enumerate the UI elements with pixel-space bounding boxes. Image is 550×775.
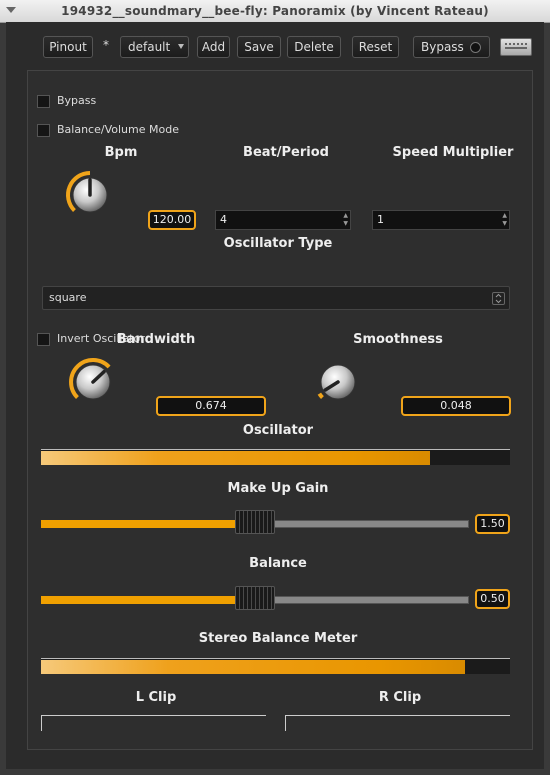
bpm-knob[interactable]	[64, 169, 116, 221]
balance-slider-handle[interactable]	[235, 586, 275, 610]
l-clip-heading: L Clip	[135, 690, 177, 705]
toolbar: Pinout * default Add Save Delete Reset B…	[6, 36, 544, 58]
spin-arrows-icon[interactable]: ▲ ▼	[343, 212, 348, 228]
stereo-balance-meter-heading: Stereo Balance Meter	[198, 631, 358, 646]
oscillator-type-heading: Oscillator Type	[223, 236, 333, 251]
make-up-gain-slider[interactable]	[41, 510, 469, 534]
beat-period-heading: Beat/Period	[243, 145, 329, 160]
balance-heading: Balance	[249, 556, 307, 571]
make-up-gain-heading: Make Up Gain	[227, 481, 329, 496]
bandwidth-value-box[interactable]: 0.674	[156, 396, 266, 416]
speed-multiplier-heading: Speed Multiplier	[392, 145, 514, 160]
bypass-checkbox-label: Bypass	[57, 94, 97, 107]
preset-dropdown-value: default	[128, 40, 171, 54]
modified-marker: *	[103, 38, 109, 52]
combo-arrow-icon	[492, 292, 505, 305]
stereo-balance-meter-fill	[41, 660, 466, 674]
bpm-value-box[interactable]: 120.00	[148, 210, 196, 230]
bpm-heading: Bpm	[104, 145, 138, 160]
window-titlebar: 194932__soundmary__bee-fly: Panoramix (b…	[0, 0, 550, 23]
save-preset-button[interactable]: Save	[237, 36, 281, 58]
bandwidth-knob[interactable]	[67, 356, 119, 408]
smoothness-heading: Smoothness	[353, 332, 443, 347]
balance-slider[interactable]	[41, 586, 469, 610]
window-title: 194932__soundmary__bee-fly: Panoramix (b…	[61, 4, 489, 18]
oscillator-heading: Oscillator	[242, 423, 314, 438]
l-clip-indicator	[41, 715, 266, 731]
balance-value-box[interactable]: 0.50	[475, 589, 510, 609]
stereo-balance-meter	[41, 658, 510, 674]
balance-volume-mode-checkbox[interactable]	[37, 124, 50, 137]
beat-period-value: 4	[220, 213, 227, 226]
smoothness-knob[interactable]	[312, 356, 364, 408]
beat-period-spinbox[interactable]: 4 ▲ ▼	[215, 210, 351, 230]
bandwidth-heading: Bandwidth	[116, 332, 196, 347]
oscillator-type-value: square	[49, 291, 87, 304]
delete-preset-button[interactable]: Delete	[287, 36, 341, 58]
make-up-gain-value-box[interactable]: 1.50	[475, 514, 510, 534]
balance-volume-mode-label: Balance/Volume Mode	[57, 123, 179, 136]
oscillator-type-combobox[interactable]: square	[42, 286, 510, 310]
smoothness-value-box[interactable]: 0.048	[401, 396, 511, 416]
oscillator-meter	[41, 449, 510, 465]
make-up-gain-slider-handle[interactable]	[235, 510, 275, 534]
smoothness-knob-arc	[317, 392, 324, 399]
keyboard-icon[interactable]	[500, 38, 532, 56]
spin-arrows-icon[interactable]: ▲ ▼	[502, 212, 507, 228]
preset-dropdown[interactable]: default	[120, 36, 189, 58]
reset-button[interactable]: Reset	[352, 36, 399, 58]
invert-oscillator-checkbox[interactable]	[37, 333, 50, 346]
plugin-frame: Pinout * default Add Save Delete Reset B…	[6, 22, 544, 769]
bypass-led-icon	[470, 42, 481, 53]
r-clip-indicator	[285, 715, 510, 731]
make-up-gain-slider-fill	[41, 520, 255, 528]
speed-multiplier-value: 1	[377, 213, 384, 226]
bypass-checkbox[interactable]	[37, 95, 50, 108]
oscillator-meter-fill	[41, 451, 431, 465]
speed-multiplier-spinbox[interactable]: 1 ▲ ▼	[372, 210, 510, 230]
bypass-toggle-label: Bypass	[421, 40, 464, 54]
add-preset-button[interactable]: Add	[197, 36, 230, 58]
bypass-toggle-button[interactable]: Bypass	[413, 36, 490, 58]
chevron-down-icon	[178, 44, 184, 49]
controls-panel: Bypass Balance/Volume Mode Bpm Beat/Peri…	[27, 70, 533, 750]
pinout-button[interactable]: Pinout	[43, 36, 93, 58]
r-clip-heading: R Clip	[378, 690, 422, 705]
balance-slider-fill	[41, 596, 255, 604]
